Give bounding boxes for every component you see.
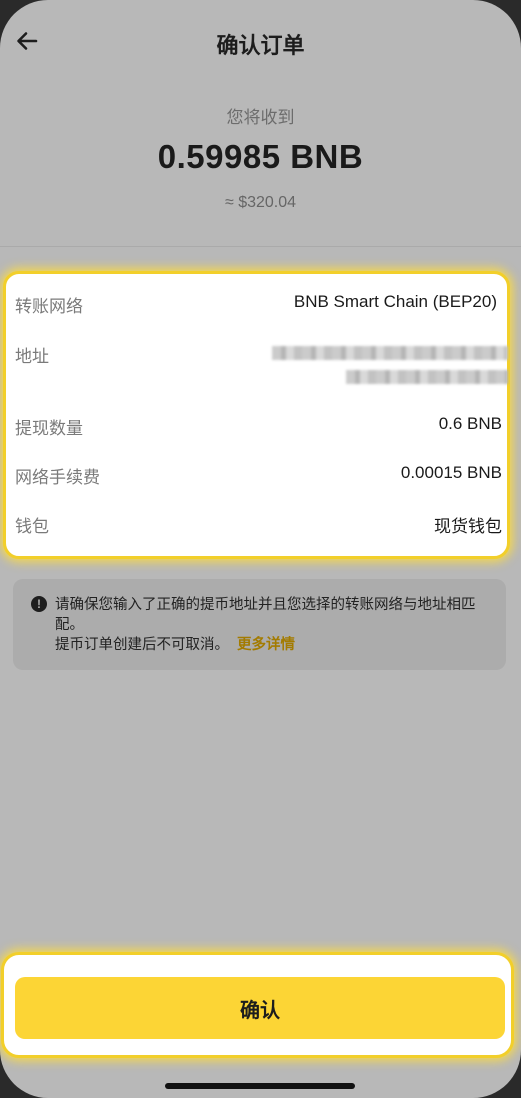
phone-screen: 确认订单 您将收到 0.59985 BNB ≈ $320.04 转账网络 BNB… [0,0,521,1098]
address-redacted-line-1 [272,346,508,360]
bottom-action-area: 确认 [1,952,514,1058]
network-row: 转账网络 BNB Smart Chain (BEP20) [6,288,507,318]
network-fee-label: 网络手续费 [15,468,100,487]
address-redacted-line-2 [346,370,508,384]
usd-value: ≈ $320.04 [224,194,297,211]
divider [0,246,521,247]
confirm-button[interactable]: 确认 [15,977,505,1039]
address-row: 地址 [6,338,508,388]
order-details-card: 转账网络 BNB Smart Chain (BEP20) 地址 提现数量 0.6… [3,271,510,559]
wallet-label: 钱包 [15,517,49,536]
more-details-link[interactable]: 更多详情 [237,637,295,653]
receive-label: 您将收到 [226,108,295,127]
wallet-row: 钱包 现货钱包 [6,508,507,538]
wallet-value: 现货钱包 [434,517,502,536]
network-label: 转账网络 [15,297,83,316]
network-fee-row: 网络手续费 0.00015 BNB [6,459,507,489]
page-title: 确认订单 [216,33,305,58]
address-label: 地址 [15,347,49,366]
home-indicator[interactable] [165,1083,355,1089]
withdraw-amount-label: 提现数量 [15,419,83,438]
warning-line-2: 提币订单创建后不可取消。 更多详情 [55,635,495,655]
network-fee-value: 0.00015 BNB [400,463,502,482]
header: 确认订单 [0,0,521,90]
receive-amount: 0.59985 BNB [157,138,364,175]
exclamation-circle-icon: ! [31,596,47,612]
warning-text: 请确保您输入了正确的提币地址并且您选择的转账网络与地址相匹配。 提币订单创建后不… [55,595,495,655]
warning-notice: ! 请确保您输入了正确的提币地址并且您选择的转账网络与地址相匹配。 提币订单创建… [13,579,506,670]
withdraw-amount-row: 提现数量 0.6 BNB [6,410,507,440]
warning-line-1: 请确保您输入了正确的提币地址并且您选择的转账网络与地址相匹配。 [55,597,476,633]
network-value: BNB Smart Chain (BEP20) [293,292,497,311]
warning-line-2-text: 提币订单创建后不可取消。 [55,637,229,653]
withdraw-amount-value: 0.6 BNB [438,414,502,433]
